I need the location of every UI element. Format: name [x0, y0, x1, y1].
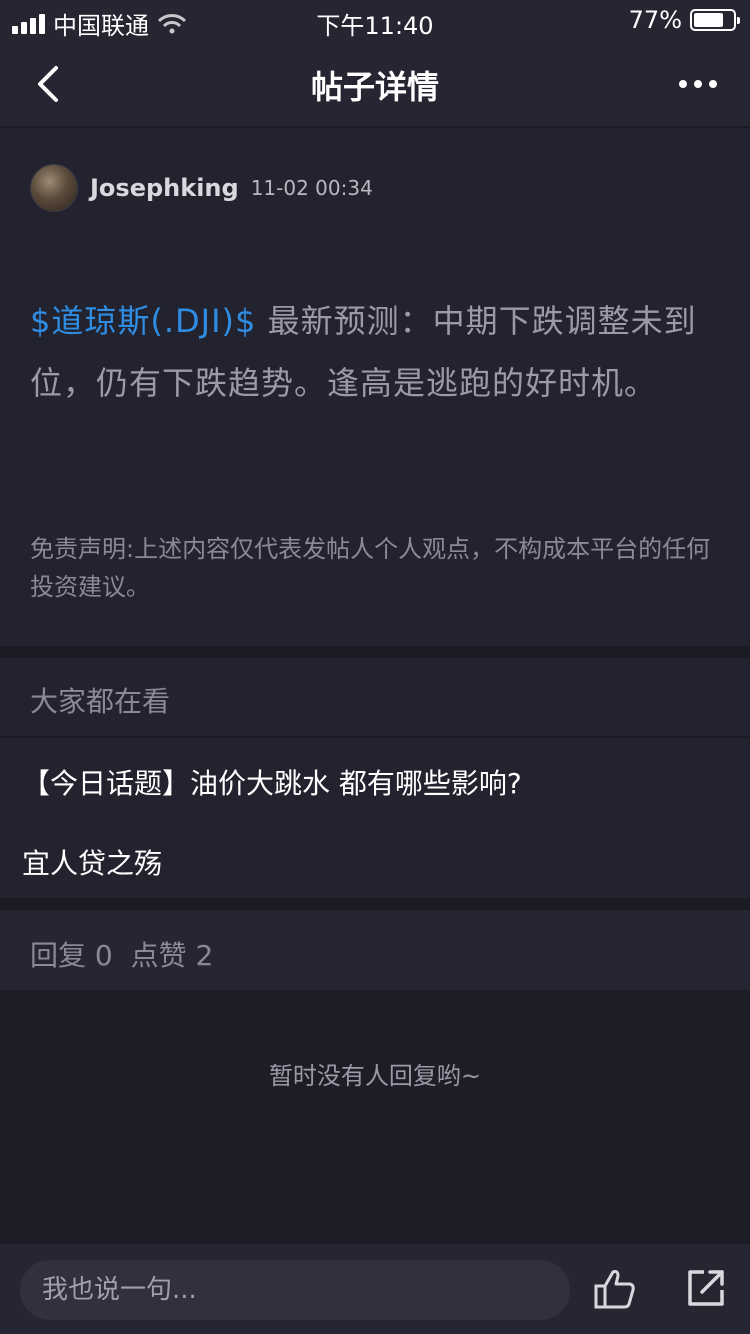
page-title: 帖子详情	[310, 68, 439, 106]
thumbs-up-icon[interactable]	[592, 1266, 638, 1312]
post-card: Josephking 11-02 00:34 $道琼斯(.DJI)$ 最新预测：…	[0, 130, 750, 646]
author-name[interactable]: Josephking	[90, 174, 239, 202]
avatar[interactable]	[30, 164, 78, 212]
stats-text: 回复 0 点赞 2	[30, 934, 213, 974]
likes-label[interactable]: 点赞	[131, 939, 187, 972]
trending-item[interactable]: 宜人贷之殇	[22, 842, 162, 882]
post-time: 11-02 00:34	[250, 176, 373, 200]
share-icon[interactable]	[684, 1266, 728, 1310]
stats-bar: 回复 0 点赞 2	[0, 910, 750, 990]
status-bar: 中国联通 下午11:40 77%	[0, 0, 750, 40]
section-divider	[0, 898, 750, 910]
trending-item[interactable]: 【今日话题】油价大跳水 都有哪些影响?	[22, 762, 522, 802]
replies-count: 0	[94, 939, 113, 972]
replies-list: 暂时没有人回复哟~	[0, 990, 750, 1244]
bottom-bar	[0, 1244, 750, 1334]
comment-input[interactable]	[20, 1260, 570, 1320]
empty-replies-text: 暂时没有人回复哟~	[268, 1062, 482, 1090]
post-content: $道琼斯(.DJI)$ 最新预测：中期下跌调整未到位，仍有下跌趋势。逢高是逃跑的…	[30, 290, 725, 414]
stock-tag-link[interactable]: $道琼斯(.DJI)$	[30, 302, 256, 340]
battery-icon	[690, 9, 740, 31]
battery-percent: 77%	[628, 6, 682, 34]
author-row: Josephking 11-02 00:34	[30, 164, 373, 212]
disclaimer: 免责声明:上述内容仅代表发帖人个人观点，不构成本平台的任何投资建议。	[30, 535, 711, 601]
battery-level	[694, 13, 724, 27]
battery-tip	[737, 17, 740, 24]
more-horizontal-icon[interactable]	[676, 70, 720, 98]
trending-title: 大家都在看	[30, 685, 171, 718]
likes-count: 2	[195, 939, 214, 972]
trending-header: 大家都在看	[0, 658, 750, 738]
status-right: 77%	[628, 6, 740, 34]
section-divider	[0, 646, 750, 658]
replies-label[interactable]: 回复	[30, 939, 86, 972]
nav-bar: 帖子详情	[0, 40, 750, 128]
